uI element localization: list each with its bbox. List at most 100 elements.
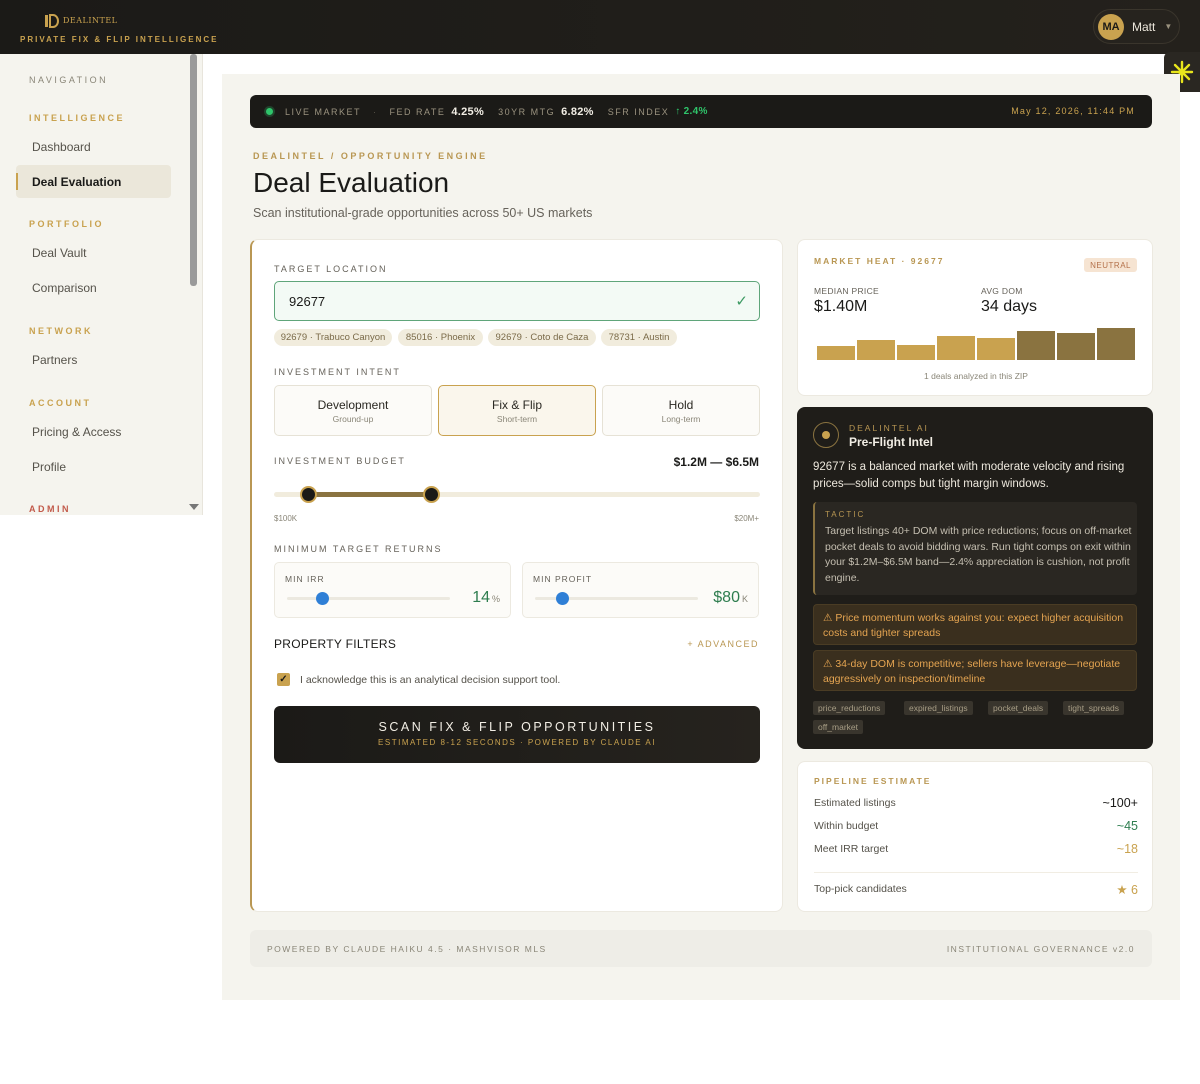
scrollbar-thumb[interactable]: [190, 54, 197, 286]
acknowledge-label: I acknowledge this is an analytical deci…: [300, 674, 561, 686]
sidebar-heading-intelligence: INTELLIGENCE: [29, 113, 126, 123]
sfr-index-value: ↑ 2.4%: [675, 106, 708, 117]
scan-button-sublabel: ESTIMATED 8-12 SECONDS · POWERED BY CLAU…: [378, 738, 656, 747]
budget-range-fill: [308, 492, 432, 497]
budget-min-handle[interactable]: [299, 486, 317, 503]
recent-location-chip[interactable]: 92679 · Coto de Caza: [488, 329, 596, 346]
property-filters-title: PROPERTY FILTERS: [274, 637, 397, 651]
main-content: LIVE MARKET · FED RATE 4.25% 30YR MTG 6.…: [222, 74, 1180, 1000]
avatar: MA: [1098, 13, 1124, 40]
sidebar-item-partners[interactable]: Partners: [16, 343, 171, 376]
min-profit-control: MIN PROFIT $80 K: [522, 562, 759, 618]
intent-option-fix-flip[interactable]: Fix & Flip Short-term: [438, 385, 596, 436]
mortgage-rate-label: 30YR MTG: [498, 106, 556, 117]
pipeline-label: PIPELINE ESTIMATE: [814, 776, 932, 786]
brand-logo: DEALINTEL: [42, 11, 118, 31]
sidebar-item-dashboard[interactable]: Dashboard: [16, 130, 171, 163]
budget-min-label: $100K: [274, 514, 298, 523]
advanced-filters-link[interactable]: + ADVANCED: [687, 639, 759, 649]
ai-orb-icon: [813, 422, 839, 448]
sidebar-heading-admin: ADMIN: [29, 504, 71, 514]
budget-range-slider[interactable]: [274, 486, 760, 503]
market-heat-bar: [977, 337, 1015, 360]
sidebar-item-pricing-access[interactable]: Pricing & Access: [16, 415, 171, 448]
sidebar-heading-network: NETWORK: [29, 326, 93, 336]
footer: POWERED BY CLAUDE HAIKU 4.5 · MASHVISOR …: [250, 930, 1152, 967]
logo-mark-icon: [42, 12, 60, 30]
scan-button-label: SCAN FIX & FLIP OPPORTUNITIES: [378, 720, 656, 734]
min-profit-slider[interactable]: [535, 592, 698, 605]
strategy-tag: pocket_deals: [988, 701, 1049, 715]
pipeline-row-label: Meet IRR target: [814, 843, 889, 855]
market-heat-label: MARKET HEAT · 92677: [814, 256, 945, 266]
brand[interactable]: DEALINTEL PRIVATE FIX & FLIP INTELLIGENC…: [20, 11, 216, 47]
top-bar: DEALINTEL PRIVATE FIX & FLIP INTELLIGENC…: [0, 0, 1200, 54]
min-irr-value-display: 14%: [472, 589, 500, 607]
sidebar-item-deal-vault[interactable]: Deal Vault: [16, 236, 171, 269]
tactic-text: Target listings 40+ DOM with price reduc…: [825, 525, 1132, 584]
checkmark-icon: ✓: [735, 293, 748, 310]
market-heat-bar: [1057, 333, 1095, 360]
strategy-tag: off_market: [813, 720, 864, 734]
ai-title: Pre-Flight Intel: [849, 435, 933, 449]
intent-subtitle: Ground-up: [332, 414, 374, 424]
brand-name: DEALINTEL: [63, 16, 118, 25]
market-heat-bar: [1017, 331, 1055, 360]
divider: [814, 872, 1138, 873]
budget-max-label: $20M+: [734, 514, 759, 523]
min-profit-label: MIN PROFIT: [533, 574, 593, 584]
live-indicator-icon: [266, 108, 273, 115]
intent-title: Development: [317, 398, 389, 412]
budget-range-value: $1.2M — $6.5M: [673, 455, 759, 469]
minimum-returns-label: MINIMUM TARGET RETURNS: [274, 544, 443, 554]
user-name: Matt: [1132, 19, 1156, 34]
sidebar-scrollbar[interactable]: [189, 54, 199, 515]
ticker-separator: ·: [373, 106, 378, 117]
scroll-down-arrow-icon[interactable]: [189, 504, 199, 510]
market-ticker: LIVE MARKET · FED RATE 4.25% 30YR MTG 6.…: [250, 95, 1152, 128]
recent-location-chip[interactable]: 85016 · Phoenix: [398, 329, 483, 346]
min-irr-slider[interactable]: [287, 592, 450, 605]
mortgage-rate-value: 6.82%: [561, 105, 594, 118]
intent-option-development[interactable]: Development Ground-up: [274, 385, 432, 436]
intent-title: Hold: [668, 398, 694, 412]
market-heat-bar: [857, 340, 895, 360]
acknowledge-checkbox[interactable]: ✓: [277, 673, 290, 686]
min-irr-handle[interactable]: [316, 592, 330, 605]
min-irr-value: 14: [472, 589, 490, 606]
min-irr-unit: %: [491, 594, 500, 604]
fed-rate-label: FED RATE: [389, 106, 446, 117]
min-profit-value: $80: [713, 589, 740, 606]
investment-intent-label: INVESTMENT INTENT: [274, 367, 401, 377]
min-profit-unit: K: [741, 594, 748, 604]
strategy-tag: tight_spreads: [1063, 701, 1125, 715]
warning-box: ⚠ 34-day DOM is competitive; sellers hav…: [813, 650, 1137, 691]
intent-option-hold[interactable]: Hold Long-term: [602, 385, 760, 436]
pipeline-row: Meet IRR target ~18: [814, 842, 1138, 856]
market-heat-card: MARKET HEAT · 92677 NEUTRAL MEDIAN PRICE…: [797, 239, 1153, 396]
location-input[interactable]: 92677 ✓: [274, 281, 760, 321]
top-picks-value: ★ 6: [1116, 883, 1138, 897]
budget-max-handle[interactable]: [423, 486, 441, 503]
avg-dom-label: AVG DOM: [981, 286, 1023, 296]
scan-opportunities-button[interactable]: SCAN FIX & FLIP OPPORTUNITIES ESTIMATED …: [274, 706, 760, 763]
warning-box: ⚠ Price momentum works against you: expe…: [813, 604, 1137, 645]
pipeline-row-value: ~100+: [1102, 796, 1138, 810]
deals-analyzed-note: 1 deals analyzed in this ZIP: [924, 371, 1028, 381]
sfr-index-label: SFR INDEX: [607, 106, 670, 117]
min-profit-handle[interactable]: [556, 592, 570, 605]
min-irr-label: MIN IRR: [285, 574, 325, 584]
sidebar: NAVIGATION INTELLIGENCE Dashboard Deal E…: [0, 54, 203, 515]
live-market-label: LIVE MARKET: [285, 106, 362, 117]
strategy-tag: expired_listings: [904, 701, 973, 715]
pipeline-row-value: ~45: [1116, 819, 1138, 833]
sidebar-item-profile[interactable]: Profile: [16, 450, 171, 483]
recent-location-chip[interactable]: 78731 · Austin: [601, 329, 677, 346]
sidebar-item-comparison[interactable]: Comparison: [16, 271, 171, 304]
sidebar-item-deal-evaluation[interactable]: Deal Evaluation: [16, 165, 171, 198]
market-heat-bar: [1097, 328, 1135, 360]
user-menu[interactable]: MA Matt ▼: [1093, 9, 1180, 44]
min-profit-value-display: $80 K: [713, 589, 748, 607]
recent-location-chip[interactable]: 92679 · Trabuco Canyon: [274, 329, 392, 346]
ai-summary: 92677 is a balanced market with moderate…: [813, 461, 1125, 490]
